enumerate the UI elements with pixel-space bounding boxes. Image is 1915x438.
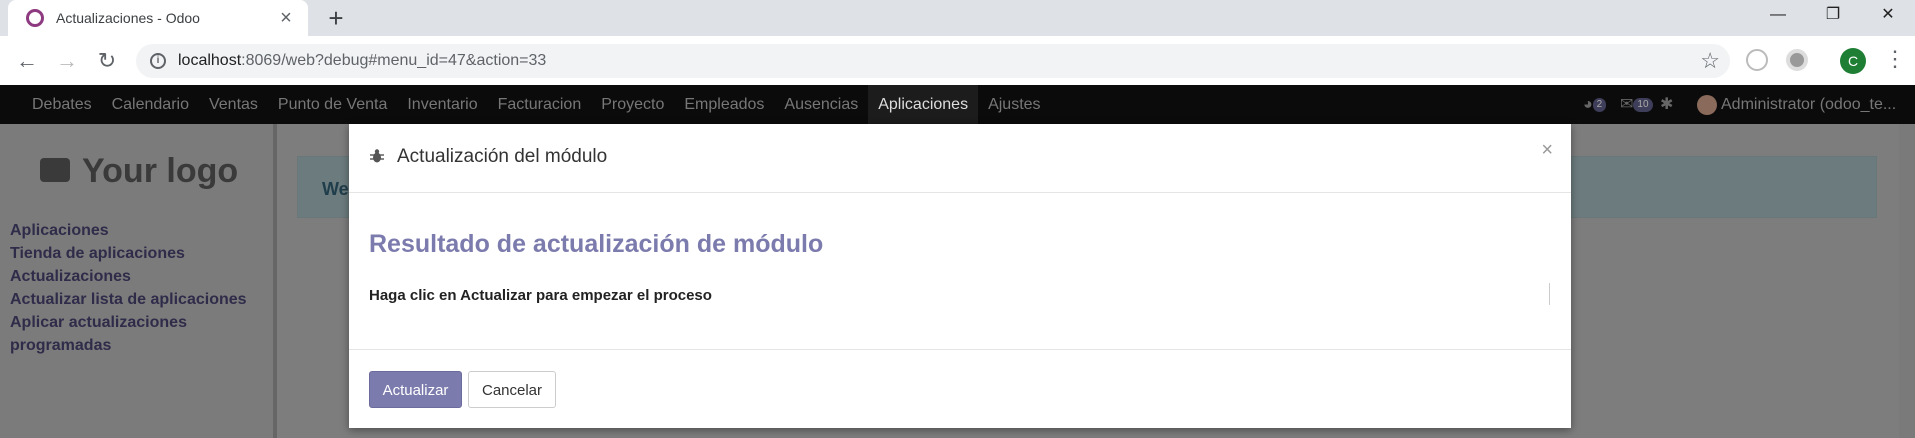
url-path: :8069/web?debug#menu_id=47&action=33 <box>241 52 547 69</box>
logo-text: Your logo <box>82 152 239 190</box>
modal-header: Actualización del módulo × <box>349 124 1571 193</box>
cancel-button[interactable]: Cancelar <box>468 371 556 408</box>
alert-text: We <box>322 179 349 199</box>
sidebar-link-tienda[interactable]: Tienda de aplicaciones <box>10 245 185 263</box>
url-text: localhost:8069/web?debug#menu_id=47&acti… <box>178 52 546 70</box>
extension-icon[interactable] <box>1786 49 1808 71</box>
url-host: localhost <box>178 52 242 69</box>
nav-item-punto-de-venta[interactable]: Punto de Venta <box>268 85 397 124</box>
nav-item-facturacion[interactable]: Facturacion <box>488 85 592 124</box>
profile-avatar[interactable]: C <box>1840 48 1866 74</box>
window-restore-button[interactable]: ❐ <box>1808 0 1858 30</box>
nav-item-ajustes[interactable]: Ajustes <box>978 85 1050 124</box>
browser-tab[interactable]: Actualizaciones - Odoo × <box>8 0 308 36</box>
nav-item-proyecto[interactable]: Proyecto <box>591 85 674 124</box>
browser-toolbar: ← → ↻ i localhost:8069/web?debug#menu_id… <box>0 36 1915 85</box>
nav-item-ausencias[interactable]: Ausencias <box>774 85 868 124</box>
site-info-icon[interactable]: i <box>150 53 166 69</box>
new-tab-button[interactable]: + <box>322 4 350 32</box>
browser-tab-strip: Actualizaciones - Odoo × + — ❐ ✕ <box>0 0 1915 36</box>
result-description: Haga clic en Actualizar para empezar el … <box>369 287 712 304</box>
activity-icon[interactable]: ◕ 2 <box>1583 85 1607 124</box>
window-minimize-button[interactable]: — <box>1753 0 1803 30</box>
address-bar[interactable]: i localhost:8069/web?debug#menu_id=47&ac… <box>136 44 1730 78</box>
reload-icon[interactable]: ↻ <box>92 46 122 76</box>
app-menu: Debates Calendario Ventas Punto de Venta Inv… <box>22 85 1051 124</box>
nav-item-inventario[interactable]: Inventario <box>397 85 487 124</box>
messages-badge: 10 <box>1633 97 1653 112</box>
user-menu[interactable]: Administrator (odoo_te... <box>1721 85 1896 124</box>
browser-menu-icon[interactable]: ⋮ <box>1884 46 1906 72</box>
debug-bug-icon[interactable]: ✱ <box>1660 85 1673 124</box>
result-heading: Resultado de actualización de módulo <box>369 230 824 258</box>
odoo-main-nav: Debates Calendario Ventas Punto de Venta Inv… <box>0 85 1915 124</box>
module-update-dialog: Actualización del módulo × Resultado de … <box>349 124 1571 428</box>
modal-footer: Actualizar Cancelar <box>349 350 1571 428</box>
camera-icon <box>40 158 70 183</box>
tab-title: Actualizaciones - Odoo <box>56 10 200 26</box>
sidebar: Your logo Aplicaciones Tienda de aplicac… <box>0 124 273 438</box>
modal-title: Actualización del módulo <box>397 146 608 167</box>
sidebar-link-actualizar-lista[interactable]: Actualizar lista de aplicaciones <box>10 291 247 309</box>
modal-body: Resultado de actualización de módulo Hag… <box>349 193 1571 350</box>
bug-icon <box>370 149 384 163</box>
messages-icon[interactable]: ✉ 10 <box>1620 85 1653 124</box>
tab-close-icon[interactable]: × <box>274 6 298 30</box>
odoo-favicon-icon <box>26 9 44 27</box>
actualizar-button[interactable]: Actualizar <box>369 371 462 408</box>
extension-icon[interactable] <box>1746 49 1768 71</box>
close-icon[interactable]: × <box>1541 139 1553 162</box>
activity-badge: 2 <box>1592 97 1607 112</box>
page-scrollbar[interactable] <box>1899 124 1915 438</box>
window-close-button[interactable]: ✕ <box>1863 0 1913 30</box>
sidebar-link-aplicaciones[interactable]: Aplicaciones <box>10 222 109 240</box>
company-logo: Your logo <box>40 152 238 191</box>
nav-item-aplicaciones[interactable]: Aplicaciones <box>868 85 979 124</box>
sidebar-link-aplicar-actualizaciones[interactable]: Aplicar actualizaciones <box>10 314 187 332</box>
nav-item-empleados[interactable]: Empleados <box>674 85 774 124</box>
nav-item-ventas[interactable]: Ventas <box>199 85 268 124</box>
user-avatar[interactable] <box>1697 95 1717 115</box>
sidebar-link-programadas[interactable]: programadas <box>10 337 111 355</box>
nav-item-calendario[interactable]: Calendario <box>102 85 199 124</box>
nav-item-debates[interactable]: Debates <box>22 85 102 124</box>
sidebar-link-actualizaciones[interactable]: Actualizaciones <box>10 268 131 286</box>
forward-arrow-icon[interactable]: → <box>52 46 82 76</box>
bookmark-star-icon[interactable]: ☆ <box>1700 48 1720 74</box>
back-arrow-icon[interactable]: ← <box>12 46 42 76</box>
body-divider <box>1549 283 1550 305</box>
